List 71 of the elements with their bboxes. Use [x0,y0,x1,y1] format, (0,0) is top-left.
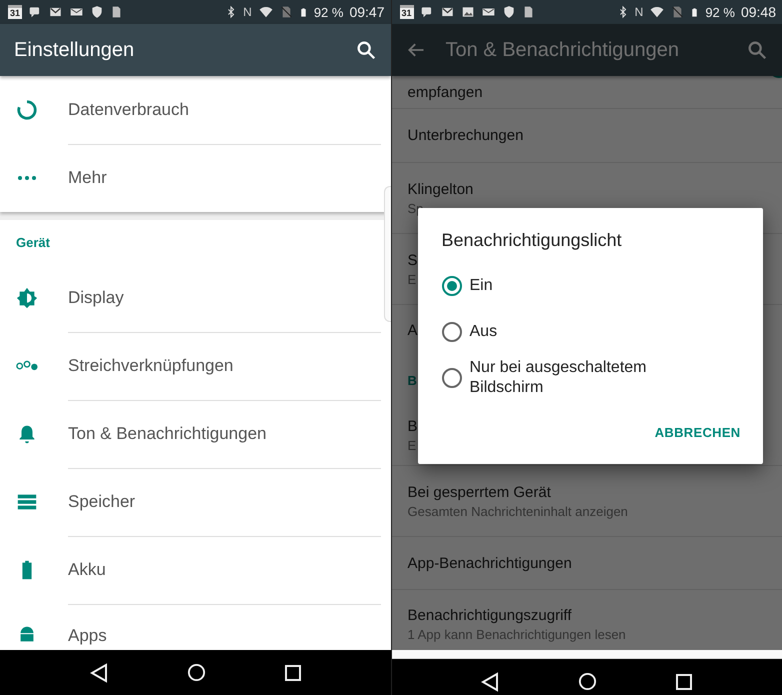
sim-settings-icon [110,5,123,19]
item-title: Benachrichtigungszugriff [408,606,572,624]
item-label: Ton & Benachrichtigungen [68,424,266,444]
wifi-icon [649,5,666,19]
no-sim-icon [671,5,684,19]
settings-item[interactable]: Datenverbrauch [0,76,380,144]
item-label: Speicher [68,492,136,512]
no-sim-icon [280,5,293,19]
item-label: Display [68,288,124,308]
option-label: Ein [470,276,494,296]
settings-item[interactable]: Speicher [0,468,380,536]
radio-button[interactable] [442,276,462,296]
home-icon[interactable] [578,672,598,691]
item-title: empfangen [408,84,483,100]
wifi-icon [258,5,274,19]
option-label: Aus [470,322,498,342]
item-title: S [408,252,418,268]
calendar-icon: 31 [400,5,414,19]
battery-percentage: 92 % [705,4,735,20]
item-title: App-Benachrichtigungen [408,554,572,572]
radio-button[interactable] [442,322,462,342]
option-label: Nur bei ausgeschaltetem Bildschirm [470,358,648,398]
item-title: Unterbrechungen [408,127,524,144]
radio-button[interactable] [442,368,462,388]
item-label: Mehr [68,168,107,188]
status-time: 09:48 [740,4,776,20]
recents-icon[interactable] [676,674,692,690]
item-title: Bei gesperrtem Gerät [408,484,551,500]
more-icon [18,176,36,180]
image-icon [460,5,474,19]
calendar-icon: 31 [8,5,22,19]
status-time: 09:47 [349,4,384,20]
home-icon[interactable] [186,663,206,682]
cancel-button[interactable]: ABBRECHEN [654,419,740,446]
settings-item[interactable]: Mehr [0,144,380,212]
back-icon[interactable] [90,662,108,682]
brightness-icon [16,287,38,309]
settings-item[interactable]: Streichverknüpfungen [0,332,380,400]
section-header: B [408,372,417,388]
mail-icon [48,5,63,19]
item-title: Klingelton [408,180,474,198]
settings-item[interactable]: Akku [0,536,380,604]
mail-icon [440,5,454,19]
item-label: Apps [68,626,107,646]
settings-item[interactable]: Apps [0,604,380,646]
item-label: Datenverbrauch [68,100,189,120]
chat-icon [28,5,42,19]
nfc-icon: N [243,5,252,19]
dialog-title: Benachrichtigungslicht [442,230,623,251]
recents-icon[interactable] [284,664,301,680]
nfc-icon: N [634,5,644,19]
sim-settings-icon [522,5,534,19]
data-usage-icon [16,99,38,121]
settings-item[interactable]: Ton & Benachrichtigungen [0,400,380,468]
search-icon [746,39,768,61]
item-label: Streichverknüpfungen [68,356,234,376]
battery-percentage: 92 % [314,4,344,20]
back-icon[interactable] [481,672,500,692]
shield-icon [90,5,104,19]
search-icon [354,39,376,61]
shield-icon [502,5,516,19]
item-subtitle: Gesamten Nachrichteninhalt anzeigen [408,504,628,518]
app-bar-title: Ton & Benachrichtigungen [446,38,679,62]
item-title: A [408,322,418,338]
section-header: Gerät [15,234,51,252]
chat-icon [420,5,434,19]
item-label: Akku [68,560,106,580]
app-bar-title: Einstellungen [14,38,134,62]
settings-item[interactable]: Display [0,264,380,332]
item-title: B [408,418,418,434]
item-subtitle: 1 App kann Benachrichtigungen lesen [408,626,626,642]
